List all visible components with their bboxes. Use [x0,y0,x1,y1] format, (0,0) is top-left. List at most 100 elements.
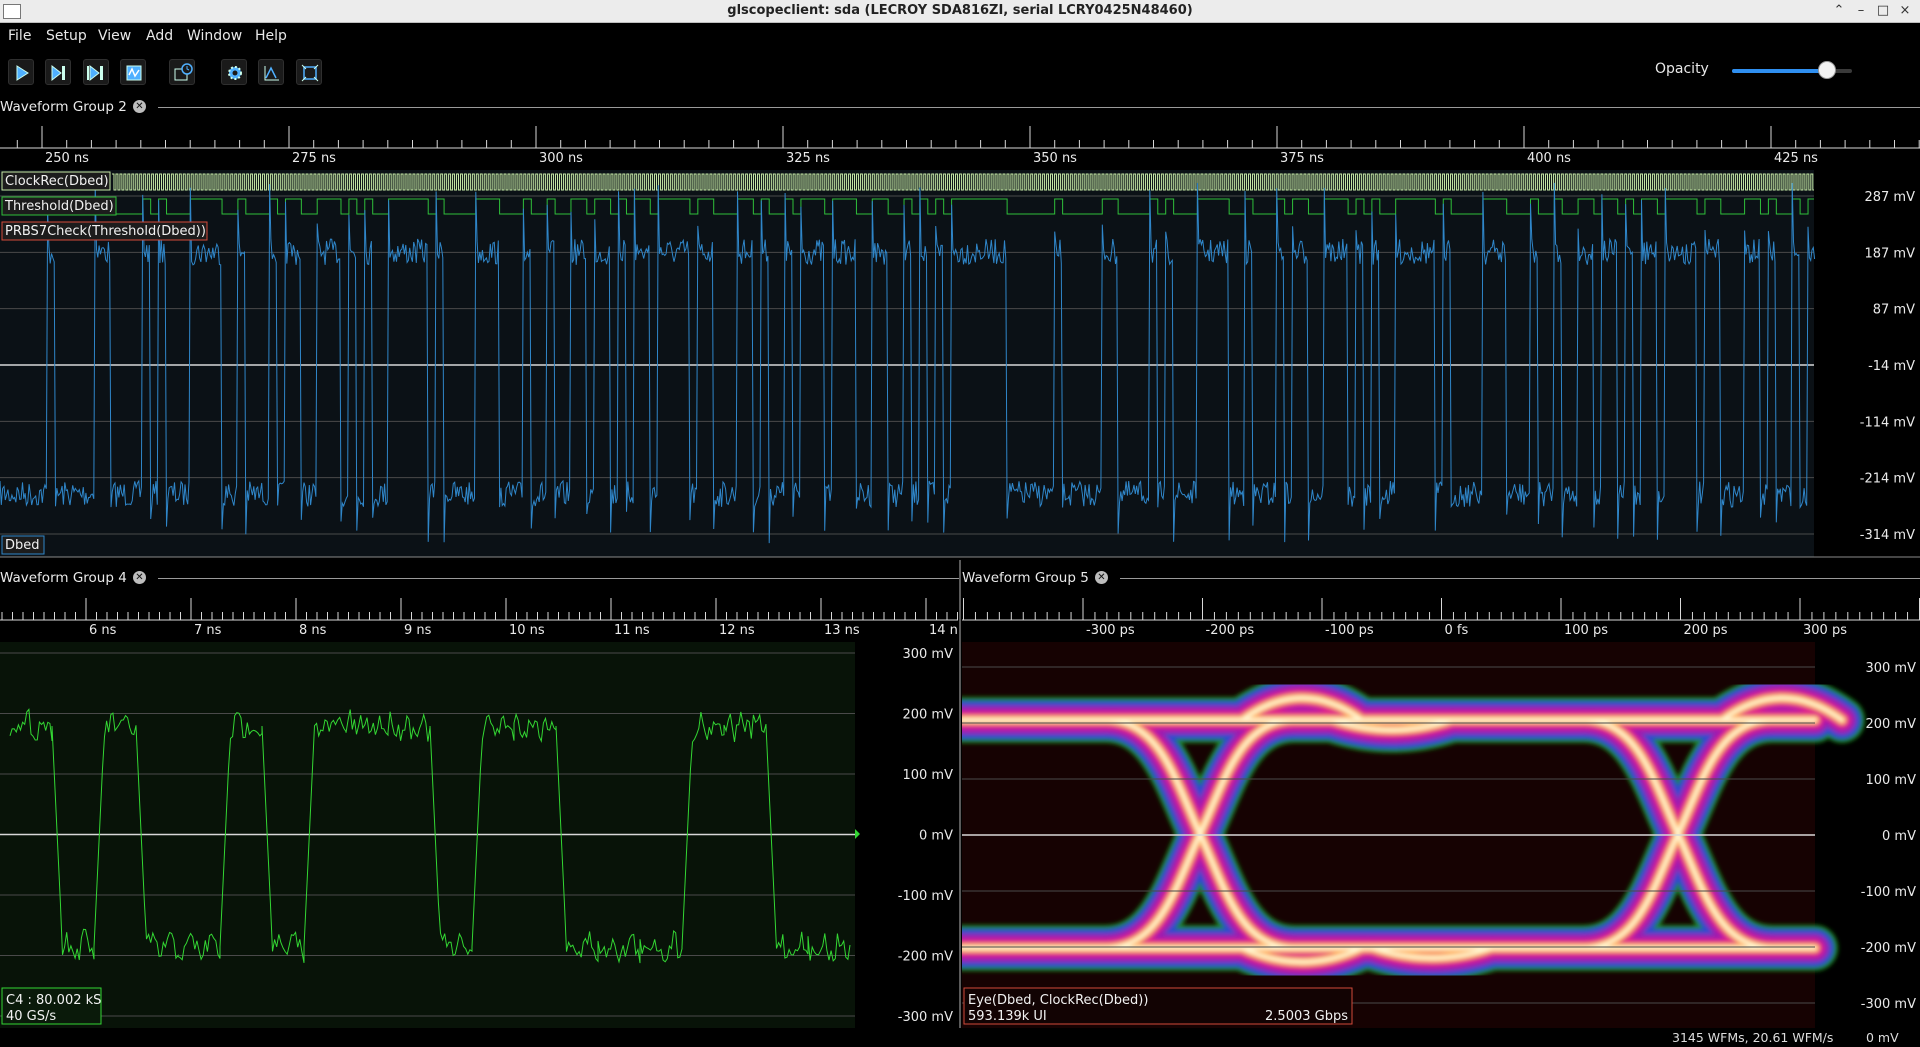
start-trigger-button[interactable] [8,59,34,85]
force-trigger-icon [87,64,103,82]
close-window-button[interactable]: × [1896,2,1914,20]
history-icon [174,63,193,81]
status-wfm-count: 3145 WFMs, 20.61 WFM/s [1672,1030,1834,1045]
y-axis-label: 300 mV [1865,661,1916,676]
eye-info-line1: Eye(Dbed, ClockRec(Dbed)) [968,993,1148,1008]
dbed-label-text: Dbed [5,538,40,553]
y-axis-label: -100 mV [898,889,953,904]
waveform-group-5[interactable]: -300 ps -200 ps -100 ps 0 fs 100 ps 200 ps 300… [962,596,1920,1028]
timeline-tick-label: 400 ns [1527,151,1571,166]
channel-info-c4[interactable]: C4 : 80.002 kS 40 GS/s [1,987,102,1025]
waveform-group-4[interactable]: 6 ns 7 ns 8 ns 9 ns 10 ns 11 ns 12 ns 13 ns 14 n… [0,596,958,1028]
close-group-5-icon[interactable]: ✕ [1095,571,1108,584]
timeline-tick-label: 11 ns [614,623,650,638]
group-separator [1120,578,1920,579]
timeline-tick-label: 100 ps [1564,623,1608,638]
y-axis-label: 200 mV [1865,717,1916,732]
timeline-tick-label: 375 ns [1280,151,1324,166]
history-button[interactable] [169,59,195,85]
y-axis-label: 100 mV [902,768,953,783]
y-axis-label: -314 mV [1860,528,1915,543]
zoom-fit-icon [264,66,279,81]
single-trigger-button[interactable] [45,59,71,85]
timeline-tick-label: 425 ns [1774,151,1818,166]
y-axis-label: 0 mV [919,829,953,844]
timeline-tick-label: 350 ns [1033,151,1077,166]
y-axis-label: 187 mV [1864,246,1915,261]
timeline-tick-label: 300 ps [1803,623,1847,638]
timeline-tick-label: 10 ns [509,623,545,638]
waveform-group-4-title: Waveform Group 4 [0,570,127,586]
close-group-4-icon[interactable]: ✕ [133,571,146,584]
stop-trigger-button[interactable] [120,59,146,85]
waveform-group-4-header: Waveform Group 4 ✕ [0,567,960,589]
timeline-tick-label: 13 ns [824,623,860,638]
group-separator [158,578,960,579]
menu-add[interactable]: Add [146,28,173,44]
threshold-label-text: Threshold(Dbed) [4,199,114,214]
timeline-tick-label: -200 ps [1206,623,1255,638]
y-axis-label: -300 mV [898,1010,953,1025]
y-axis-label: -14 mV [1868,359,1915,374]
timeline-tick-label: 7 ns [194,623,222,638]
c4-info-line2: 40 GS/s [6,1009,56,1024]
shade-window-button[interactable]: ⌃ [1830,2,1848,20]
y-axis-label: 300 mV [902,647,953,662]
waveform-group-2-header: Waveform Group 2 ✕ [0,96,1920,118]
eye-info-rate: 2.5003 Gbps [1265,1009,1348,1024]
fit-to-screen-button[interactable] [258,59,284,85]
status-readout: 0 mV [1866,1030,1899,1045]
close-group-2-icon[interactable]: ✕ [133,100,146,113]
menu-file[interactable]: File [8,28,31,44]
channel-label-clockrec[interactable]: ClockRec(Dbed) [1,171,111,191]
y-axis-label: 0 mV [1882,829,1916,844]
fullscreen-icon [301,64,319,82]
clockrec-label-text: ClockRec(Dbed) [5,174,109,189]
timeline-tick-label: 200 ps [1684,623,1728,638]
y-axis-label: -300 mV [1861,997,1916,1012]
timeline-tick-label: 14 n [929,623,958,638]
waveform-group-5-title: Waveform Group 5 [962,570,1089,586]
timeline-tick-label: -100 ps [1325,623,1374,638]
group-separator [158,107,1920,108]
force-trigger-button[interactable] [83,59,109,85]
menu-bar: File Setup View Add Window Help [0,23,1920,49]
protocol-label-prbs7check[interactable]: PRBS7Check(Threshold(Dbed)) [1,221,208,241]
timeline-tick-label: 8 ns [299,623,327,638]
settings-button[interactable] [221,59,247,85]
menu-view[interactable]: View [98,28,131,44]
status-bar: 3145 WFMs, 20.61 WFM/s 0 mV [0,1028,1920,1047]
opacity-label: Opacity [1655,61,1709,77]
channel-label-dbed[interactable]: Dbed [1,535,45,555]
minimize-window-button[interactable]: – [1852,2,1870,20]
timeline-tick-label: 12 ns [719,623,755,638]
timeline-tick-label: 325 ns [786,151,830,166]
play-once-icon [51,64,65,82]
waveform-group-2-title: Waveform Group 2 [0,99,127,115]
menu-help[interactable]: Help [255,28,287,44]
c4-info-line1: C4 : 80.002 kS [6,993,101,1008]
maximize-window-button[interactable]: □ [1874,2,1892,20]
eye-info-box[interactable]: Eye(Dbed, ClockRec(Dbed)) 593.139k UI 2.… [963,987,1353,1025]
timeline-tick-label: 9 ns [404,623,432,638]
timeline-tick-label: 6 ns [89,623,117,638]
group-divider[interactable] [959,560,961,1028]
waveform-group-2[interactable]: 250 ns 275 ns 300 ns 325 ns 350 ns 375 ns 400 … [0,124,1920,558]
y-axis-label: -214 mV [1860,472,1915,487]
timeline-tick-label: 300 ns [539,151,583,166]
menu-setup[interactable]: Setup [46,28,87,44]
menu-window[interactable]: Window [187,28,242,44]
opacity-slider[interactable] [1732,61,1852,79]
stop-icon [126,65,142,81]
y-axis-label: 200 mV [902,708,953,723]
channel-label-threshold[interactable]: Threshold(Dbed) [1,196,117,216]
fullscreen-button[interactable] [296,59,322,85]
title-bar: glscopeclient: sda (LECROY SDA816ZI, ser… [0,0,1920,23]
timeline-tick-label: 275 ns [292,151,336,166]
y-axis-label: -100 mV [1861,885,1916,900]
opacity-slider-handle[interactable] [1817,61,1836,79]
timeline-tick-label: 250 ns [45,151,89,166]
opacity-slider-fill [1732,69,1827,73]
y-axis-label: 100 mV [1865,773,1916,788]
waveform-group-5-header: Waveform Group 5 ✕ [962,567,1920,589]
